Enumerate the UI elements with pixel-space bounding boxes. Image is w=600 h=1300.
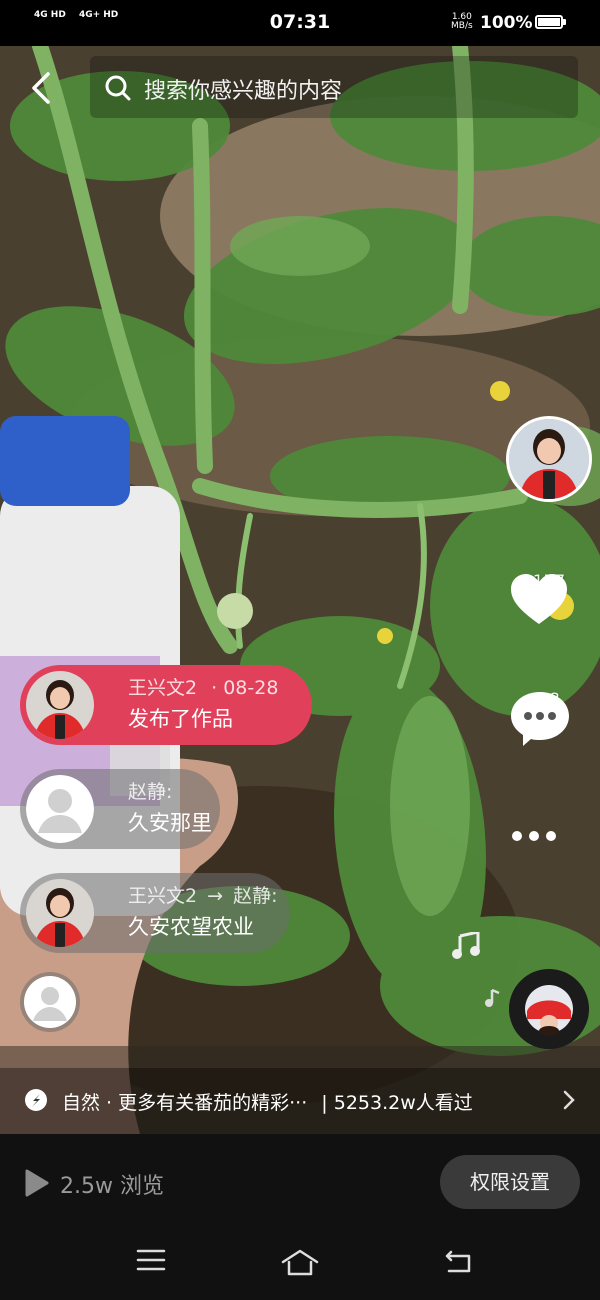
comment-bubble[interactable]: 赵静: 久安那里 [20,769,220,849]
default-avatar-icon [24,976,76,1028]
comment-text: 久安那里 [128,811,212,835]
bottom-panel: 2.5w 浏览 权限设置 [0,1134,600,1300]
comment-bubble-icon [511,692,569,746]
home-icon[interactable] [280,1248,320,1276]
search-icon [105,75,131,101]
comment-reply-to: 赵静: [233,885,278,907]
menu-icon[interactable] [136,1248,166,1272]
chevron-right-icon [563,1090,575,1110]
heart-icon [511,574,567,624]
comment-header: 王兴文2 → 赵静: [128,881,278,908]
music-note-icon [452,932,480,959]
topic-bar[interactable]: 自然 · 更多有关番茄的精彩··· | 5253.2w人看过 [0,1068,600,1134]
leaf-topic-icon [25,1089,47,1111]
music-disc[interactable] [509,969,589,1049]
avatar-girl-icon [26,879,94,947]
comment-avatar [26,879,94,947]
network-speed-unit: MB/s [451,21,473,31]
music-note-small-icon [485,988,500,1007]
comment-bubble-reply[interactable]: 王兴文2 → 赵静: 久安农望农业 [20,873,290,953]
comment-text: 发布了作品 [128,707,233,731]
topic-label: 自然 · 更多有关番茄的精彩··· [62,1092,308,1114]
play-icon [25,1169,49,1197]
comment-avatar [26,775,94,843]
add-comment-avatar[interactable] [20,972,80,1032]
default-avatar-icon [26,775,94,843]
views-stat: 2.5w 浏览 [24,1168,164,1202]
comment-author: 赵静: [128,781,173,803]
search-placeholder: 搜索你感兴趣的内容 [144,79,343,104]
topic-text: 自然 · 更多有关番茄的精彩··· | 5253.2w人看过 [62,1088,473,1115]
permission-settings-button[interactable]: 权限设置 [440,1155,580,1209]
avatar-girl-icon [26,671,94,739]
battery-percent: 100% [480,13,533,33]
status-bar: 4G HD 4G+ HD 07:31 1.60 MB/s 100% [0,0,600,46]
video-player[interactable]: 搜索你感兴趣的内容 177 18 [0,46,600,1134]
back-button[interactable] [22,68,62,108]
views-count: 2.5w 浏览 [60,1174,164,1199]
comment-author: 王兴文2 [128,677,198,699]
comment-author: 王兴文2 [128,885,198,907]
more-dots-icon [512,831,556,841]
search-box[interactable]: 搜索你感兴趣的内容 [90,56,578,118]
network-speed: 1.60 MB/s [451,13,473,31]
music-disc-cover-icon [509,969,589,1049]
screen: 4G HD 4G+ HD 07:31 1.60 MB/s 100% 搜索你感兴趣… [0,0,600,1300]
comment-avatar [26,671,94,739]
back-nav-icon[interactable] [443,1248,473,1274]
chevron-left-icon [32,72,50,104]
battery-icon [535,15,563,29]
reply-arrow-icon: → [207,885,224,907]
comment-header: 王兴文2 · 08-28 [128,673,278,700]
like-button[interactable]: 177 [509,572,589,624]
author-avatar[interactable] [506,416,592,502]
topic-views: | 5253.2w人看过 [321,1092,473,1114]
comment-button[interactable]: 18 [509,690,589,746]
comment-bubble-publish[interactable]: 王兴文2 · 08-28 发布了作品 [20,665,312,745]
comment-text: 久安农望农业 [128,915,254,939]
battery-nub [563,19,566,25]
comment-date: · 08-28 [211,677,279,699]
avatar-girl-icon [509,419,589,499]
